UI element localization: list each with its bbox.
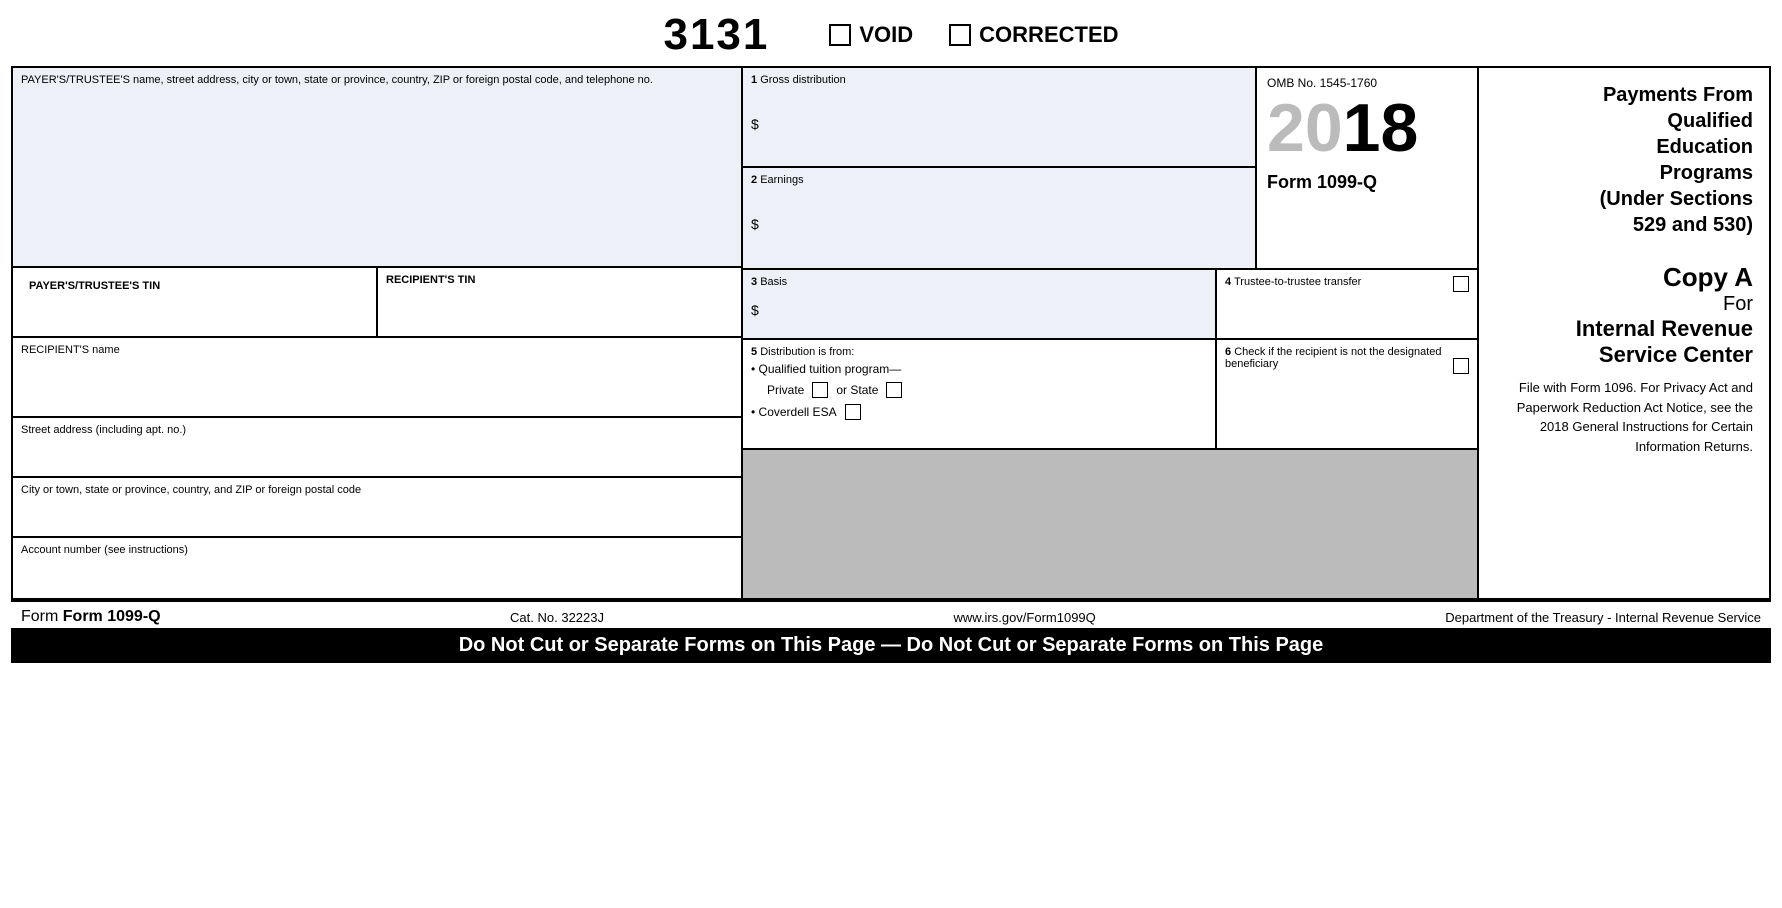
city-cell: City or town, state or province, country… — [13, 478, 741, 538]
box5-title: Distribution is from: — [760, 346, 854, 358]
box3-label: 3 Basis — [751, 276, 1207, 288]
void-checkbox[interactable] — [829, 24, 851, 46]
box2-dollar: $ — [751, 216, 759, 232]
page-wrapper: 3131 VOID CORRECTED PAYER'S/TRUSTEE'S na… — [11, 10, 1771, 663]
year-display: 2018 — [1267, 94, 1467, 162]
box5-number: 5 — [751, 346, 757, 358]
omb-number: OMB No. 1545-1760 — [1267, 76, 1467, 90]
right-title: Payments From Qualified Education Progra… — [1495, 82, 1753, 238]
recipient-name-label: RECIPIENT'S name — [21, 344, 733, 356]
street-address-cell: Street address (including apt. no.) — [13, 418, 741, 478]
title-line2: Qualified — [1667, 110, 1753, 132]
tin-row: PAYER'S/TRUSTEE'S TIN RECIPIENT'S TIN — [13, 268, 741, 338]
recipient-name-cell: RECIPIENT'S name — [13, 338, 741, 418]
box6-title: Check if the recipient is not the design… — [1225, 346, 1441, 370]
footer-form-name-bold: Form 1099-Q — [63, 608, 161, 625]
copy-section: Copy A For Internal Revenue Service Cent… — [1495, 262, 1753, 456]
void-checkbox-label: VOID — [829, 22, 913, 48]
box1-title: Gross distribution — [760, 74, 846, 86]
footer-department: Department of the Treasury - Internal Re… — [1445, 610, 1761, 625]
top-row: 1 Gross distribution $ 2 Earnings — [743, 68, 1477, 270]
payer-info-label: PAYER'S/TRUSTEE'S name, street address, … — [21, 74, 733, 86]
dist-option2: • Coverdell ESA — [751, 405, 837, 419]
dist-option1: • Qualified tuition program— — [751, 362, 1207, 376]
box4-content: 4 Trustee-to-trustee transfer — [1217, 270, 1477, 338]
payer-tin-label: PAYER'S/TRUSTEE'S TIN — [21, 274, 368, 298]
box2-amount: $ — [751, 216, 1247, 232]
box1-amount: $ — [751, 116, 1247, 132]
corrected-checkbox-label: CORRECTED — [949, 22, 1118, 48]
footer-cat-no: Cat. No. 32223J — [510, 610, 604, 625]
box1-cell: 1 Gross distribution $ — [743, 68, 1255, 168]
city-label: City or town, state or province, country… — [21, 484, 733, 496]
private-label: Private — [767, 383, 804, 397]
footer-form-name: Form Form 1099-Q — [21, 608, 161, 626]
copy-label: Copy A — [1495, 262, 1753, 293]
box6-content: 6 Check if the recipient is not the desi… — [1217, 340, 1477, 448]
dist-option2-row: • Coverdell ESA — [751, 404, 1207, 420]
box1-number: 1 — [751, 74, 757, 86]
title-line5: (Under Sections — [1600, 188, 1753, 210]
box2-label: 2 Earnings — [751, 174, 1247, 186]
omb-area: OMB No. 1545-1760 2018 Form 1099-Q — [1257, 68, 1477, 268]
or-state-label: or State — [836, 383, 878, 397]
box3-amount: $ — [751, 302, 1207, 318]
street-address-label: Street address (including apt. no.) — [21, 424, 733, 436]
year-dark: 18 — [1343, 90, 1419, 166]
header-row: 3131 VOID CORRECTED — [11, 10, 1771, 60]
left-section: PAYER'S/TRUSTEE'S name, street address, … — [13, 68, 743, 598]
state-checkbox[interactable] — [886, 382, 902, 398]
for-label: For — [1495, 293, 1753, 316]
box2-number: 2 — [751, 174, 757, 186]
title-line6: 529 and 530) — [1633, 214, 1753, 236]
corrected-label: CORRECTED — [979, 22, 1118, 48]
void-corrected-area: VOID CORRECTED — [829, 22, 1118, 48]
box3-dollar: $ — [751, 302, 759, 318]
recipient-tin-label: RECIPIENT'S TIN — [386, 274, 733, 286]
box3-title: Basis — [760, 276, 787, 288]
box56-row: 5 Distribution is from: • Qualified tuit… — [743, 340, 1477, 450]
distribution-options: • Qualified tuition program— Private or … — [751, 362, 1207, 420]
box6-checkbox[interactable] — [1453, 358, 1469, 374]
footer-top: Form Form 1099-Q Cat. No. 32223J www.irs… — [11, 606, 1771, 628]
irs-label: Internal Revenue Service Center — [1495, 316, 1753, 368]
form-number: 3131 — [663, 10, 769, 60]
account-label: Account number (see instructions) — [21, 544, 733, 556]
middle-section: 1 Gross distribution $ 2 Earnings — [743, 68, 1479, 598]
box3-number: 3 — [751, 276, 757, 288]
footer: Form Form 1099-Q Cat. No. 32223J www.irs… — [11, 600, 1771, 663]
box12-stack: 1 Gross distribution $ 2 Earnings — [743, 68, 1257, 268]
void-label: VOID — [859, 22, 913, 48]
payer-info-cell: PAYER'S/TRUSTEE'S name, street address, … — [13, 68, 741, 268]
form-container: PAYER'S/TRUSTEE'S name, street address, … — [11, 66, 1771, 600]
title-line1: Payments From — [1603, 84, 1753, 106]
box6-number: 6 — [1225, 346, 1231, 358]
dist-private-state: Private or State — [767, 382, 1207, 398]
box3-cell: 3 Basis $ 4 Trustee-to-trustee transfer — [743, 270, 1477, 340]
footer-website: www.irs.gov/Form1099Q — [953, 610, 1095, 625]
box6-label: 6 Check if the recipient is not the desi… — [1225, 346, 1469, 370]
box2-cell: 2 Earnings $ — [743, 168, 1255, 268]
recipient-tin-cell: RECIPIENT'S TIN — [378, 268, 741, 336]
account-cell: Account number (see instructions) — [13, 538, 741, 598]
file-info: File with Form 1096. For Privacy Act and… — [1495, 378, 1753, 456]
title-line3: Education — [1656, 136, 1753, 158]
title-line4: Programs — [1660, 162, 1753, 184]
form-name-display: Form 1099-Q — [1267, 172, 1467, 193]
gray-filler-area — [743, 450, 1477, 598]
box1-dollar: $ — [751, 116, 759, 132]
corrected-checkbox[interactable] — [949, 24, 971, 46]
coverdell-checkbox[interactable] — [845, 404, 861, 420]
box5-content: 5 Distribution is from: • Qualified tuit… — [743, 340, 1217, 448]
right-panel: Payments From Qualified Education Progra… — [1479, 68, 1769, 598]
box2-title: Earnings — [760, 174, 803, 186]
payer-tin-cell: PAYER'S/TRUSTEE'S TIN — [13, 268, 378, 336]
year-light: 20 — [1267, 90, 1343, 166]
box1-label: 1 Gross distribution — [751, 74, 1247, 86]
footer-warning: Do Not Cut or Separate Forms on This Pag… — [11, 628, 1771, 663]
private-checkbox[interactable] — [812, 382, 828, 398]
box5-label: 5 Distribution is from: — [751, 346, 1207, 358]
